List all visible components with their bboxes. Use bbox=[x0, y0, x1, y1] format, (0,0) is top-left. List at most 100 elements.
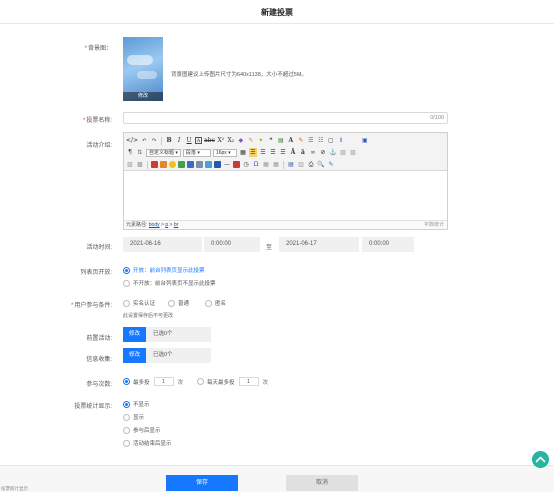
stats-option-after-end[interactable]: 活动结束后显示 bbox=[123, 439, 172, 447]
start-time-input[interactable]: 0:00:00 bbox=[204, 237, 260, 252]
superscript-icon[interactable]: X² bbox=[217, 136, 225, 145]
path-br-link[interactable]: br bbox=[174, 222, 178, 228]
insert-frame-icon[interactable] bbox=[214, 161, 221, 168]
stats-display-label: 投票统计显示: bbox=[74, 404, 112, 410]
save-button[interactable]: 保存 bbox=[166, 475, 238, 491]
eraser-icon[interactable]: ◆ bbox=[237, 136, 245, 145]
to-uppercase-icon[interactable]: Ā bbox=[289, 148, 297, 157]
cancel-button[interactable]: 取消 bbox=[286, 475, 358, 491]
font-size-select[interactable]: 16px ▾ bbox=[212, 148, 237, 157]
insert-table-icon[interactable]: ▦ bbox=[262, 160, 270, 169]
indent-icon[interactable]: ▦ bbox=[239, 148, 247, 157]
strikethrough-icon[interactable]: abc bbox=[204, 136, 215, 145]
path-p-link[interactable]: p bbox=[165, 222, 168, 228]
participation-option-realname[interactable]: 实名认证 bbox=[123, 299, 155, 307]
image-right-icon[interactable]: ▨ bbox=[349, 148, 357, 157]
radio-checked-icon bbox=[123, 378, 130, 385]
participation-option-anonymous[interactable]: 匿名 bbox=[205, 299, 226, 307]
border-a-icon[interactable]: A bbox=[195, 137, 203, 144]
time-icon[interactable]: ◷ bbox=[242, 160, 250, 169]
horizontal-rule-icon[interactable]: — bbox=[223, 160, 231, 169]
map-icon[interactable] bbox=[205, 161, 212, 168]
html-source-icon[interactable]: </> bbox=[126, 136, 138, 145]
align-center-icon[interactable]: ☰ bbox=[259, 148, 267, 157]
search-replace-icon[interactable]: 🔍 bbox=[317, 160, 325, 169]
align-justify-icon[interactable]: ☰ bbox=[279, 148, 287, 157]
vote-name-counter: 0/100 bbox=[430, 115, 444, 121]
image-none-icon[interactable]: ▨ bbox=[126, 160, 134, 169]
start-date-input[interactable]: 2021-06-16 bbox=[123, 237, 202, 252]
to-lowercase-icon[interactable]: ā bbox=[299, 148, 307, 157]
image-center-icon[interactable]: ▩ bbox=[136, 160, 144, 169]
select-all-icon[interactable]: ▢ bbox=[327, 136, 335, 145]
activity-time-label: 活动时间: bbox=[86, 245, 112, 251]
print-icon[interactable]: ⎙ bbox=[307, 160, 315, 169]
scrawl-icon[interactable] bbox=[178, 161, 185, 168]
insert-video-icon[interactable] bbox=[187, 161, 194, 168]
autoformat-icon[interactable]: ✦ bbox=[257, 136, 265, 145]
vote-count-option-max[interactable]: 最多投 1 次 bbox=[123, 377, 183, 386]
clear-doc-icon[interactable]: ▤ bbox=[277, 136, 285, 145]
stats-option-show[interactable]: 显示 bbox=[123, 413, 144, 421]
vote-count-option-daily[interactable]: 每天最多投 1 次 bbox=[197, 377, 268, 386]
vote-name-input[interactable]: 0/100 bbox=[123, 112, 448, 124]
quote-icon[interactable]: ❝ bbox=[267, 136, 275, 145]
date-icon[interactable] bbox=[233, 161, 240, 168]
table-props-icon[interactable]: ▦ bbox=[272, 160, 280, 169]
attachment-icon[interactable] bbox=[196, 161, 203, 168]
scroll-to-top-button[interactable] bbox=[532, 451, 549, 468]
radio-unchecked-icon bbox=[123, 279, 130, 287]
vote-max-input[interactable]: 1 bbox=[153, 377, 174, 386]
path-body-link[interactable]: body bbox=[149, 222, 160, 228]
align-right-icon[interactable]: ☰ bbox=[269, 148, 277, 157]
info-collect-picker: 修改 已选0个 bbox=[123, 348, 211, 363]
highlight-color-icon[interactable]: ✎ bbox=[297, 136, 305, 145]
vote-daily-input[interactable]: 1 bbox=[238, 377, 259, 386]
end-date-input[interactable]: 2021-06-17 bbox=[279, 237, 359, 252]
align-left-icon[interactable]: ☰ bbox=[248, 148, 257, 157]
anchor-icon[interactable]: ⚓ bbox=[329, 148, 337, 157]
footer-note: 投票统计显示 bbox=[1, 486, 28, 491]
row-spacing-icon[interactable]: ⇅ bbox=[136, 148, 144, 157]
list-open-option-closed[interactable]: 不开放：前台列表页不显示此投票 bbox=[123, 279, 216, 287]
custom-title-select[interactable]: 自定义标题 ▾ bbox=[146, 148, 181, 157]
radio-unchecked-icon bbox=[197, 378, 204, 385]
template-icon[interactable]: ▥ bbox=[297, 160, 305, 169]
link-icon[interactable]: ∞ bbox=[309, 148, 317, 157]
font-color-icon[interactable]: A bbox=[287, 136, 295, 145]
paragraph-spacing-icon[interactable]: ¶ bbox=[126, 148, 134, 157]
bg-image-edit-button[interactable]: 修改 bbox=[123, 92, 163, 101]
rich-text-editor[interactable]: </> ↶ ↷ B I U A abc X² X₂ ◆ ✎ ✦ ❝ ▤ A ✎ … bbox=[123, 132, 448, 230]
subscript-icon[interactable]: X₂ bbox=[227, 136, 235, 145]
underline-icon[interactable]: U bbox=[185, 136, 193, 145]
special-chars-icon[interactable]: Ω bbox=[252, 160, 260, 169]
redo-icon[interactable]: ↷ bbox=[150, 136, 158, 145]
bg-image-preview[interactable]: 修改 bbox=[123, 37, 163, 101]
undo-icon[interactable]: ↶ bbox=[140, 136, 148, 145]
emotion-icon[interactable] bbox=[169, 161, 176, 168]
unlink-icon[interactable]: ⊘ bbox=[319, 148, 327, 157]
ordered-list-icon[interactable]: ☰ bbox=[307, 136, 315, 145]
info-collect-edit-button[interactable]: 修改 bbox=[123, 348, 146, 363]
participation-option-normal[interactable]: 普通 bbox=[168, 299, 189, 307]
insert-code-icon[interactable]: ▤ bbox=[287, 160, 295, 169]
multi-image-icon[interactable] bbox=[160, 161, 167, 168]
pre-activity-edit-button[interactable]: 修改 bbox=[123, 327, 146, 342]
paragraph-select[interactable]: 段落 ▾ bbox=[182, 148, 211, 157]
image-left-icon[interactable]: ▨ bbox=[339, 148, 347, 157]
bold-icon[interactable]: B bbox=[165, 136, 173, 145]
toolbar-divider bbox=[283, 160, 284, 169]
stats-option-after-join[interactable]: 参与后显示 bbox=[123, 426, 161, 434]
italic-icon[interactable]: I bbox=[175, 136, 183, 145]
end-time-input[interactable]: 0:00:00 bbox=[362, 237, 414, 252]
list-open-option-open[interactable]: 开放：前台列表页显示此投票 bbox=[123, 266, 205, 274]
insert-image-icon[interactable] bbox=[151, 161, 158, 168]
line-height-icon[interactable]: ⇕ bbox=[337, 136, 345, 145]
format-painter-icon[interactable]: ✎ bbox=[247, 136, 255, 145]
stats-option-hide[interactable]: 不显示 bbox=[123, 400, 150, 408]
fullscreen-icon[interactable]: ▣ bbox=[361, 136, 369, 145]
help-icon[interactable]: ✎ bbox=[327, 160, 335, 169]
radio-unchecked-icon bbox=[123, 426, 130, 434]
unordered-list-icon[interactable]: ☷ bbox=[317, 136, 325, 145]
top-bar: 新建投票 bbox=[0, 0, 554, 24]
